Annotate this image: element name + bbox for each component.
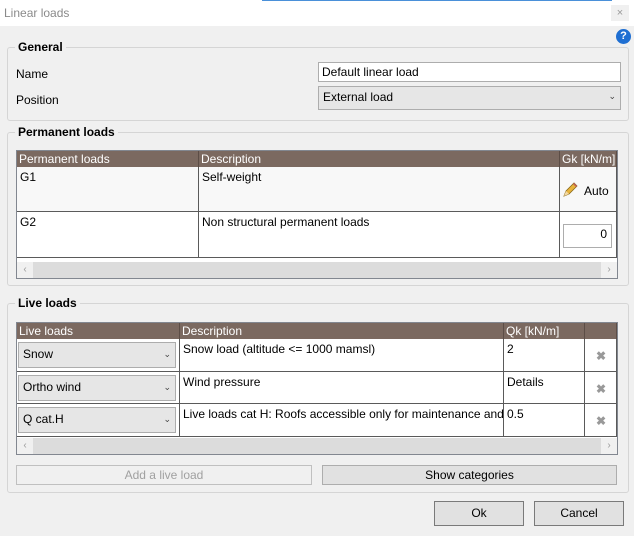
- general-group-title: General: [15, 40, 66, 54]
- table-row-g2-value-cell: 0: [560, 212, 617, 258]
- scroll-right-icon[interactable]: ›: [601, 438, 617, 454]
- table-row-g1-description[interactable]: Self-weight: [199, 167, 560, 212]
- table-row-g1-name[interactable]: G1: [17, 167, 199, 212]
- position-label: Position: [16, 93, 59, 107]
- chevron-down-icon: ⌄: [608, 91, 616, 101]
- permanent-horizontal-scrollbar[interactable]: ‹ ›: [17, 262, 617, 278]
- column-header-qk[interactable]: Qk [kN/m]: [504, 323, 585, 339]
- table-row-g2-name[interactable]: G2: [17, 212, 199, 258]
- live-loads-group-title: Live loads: [15, 296, 80, 310]
- delete-icon[interactable]: ✖: [596, 382, 606, 396]
- scroll-left-icon[interactable]: ‹: [17, 438, 33, 454]
- chevron-down-icon: ⌄: [163, 349, 171, 359]
- live-loads-table: Live loads Description Qk [kN/m] Snow ⌄ …: [16, 322, 618, 455]
- scroll-thumb[interactable]: [34, 440, 600, 452]
- g2-value-input[interactable]: 0: [563, 224, 612, 248]
- table-row-g1-value[interactable]: Auto: [560, 167, 617, 212]
- delete-icon[interactable]: ✖: [596, 349, 606, 363]
- live-row-wind-delete-cell: ✖: [585, 372, 617, 404]
- live-row-wind-select[interactable]: Ortho wind ⌄: [18, 375, 176, 401]
- live-row-snow-select-value: Snow: [23, 347, 54, 361]
- live-row-cath-delete-cell: ✖: [585, 404, 617, 437]
- scroll-thumb[interactable]: [34, 264, 600, 276]
- window-title: Linear loads: [4, 6, 70, 20]
- live-row-cath-description[interactable]: Live loads cat H: Roofs accessible only …: [180, 404, 504, 437]
- ok-button[interactable]: Ok: [434, 501, 524, 526]
- close-button[interactable]: ×: [611, 5, 629, 21]
- column-header-description[interactable]: Description: [199, 151, 560, 167]
- live-row-cath-value[interactable]: 0.5: [504, 404, 585, 437]
- scroll-right-icon[interactable]: ›: [601, 262, 617, 278]
- g1-value-text: Auto: [584, 184, 609, 198]
- live-row-wind-select-value: Ortho wind: [23, 380, 82, 394]
- scroll-left-icon[interactable]: ‹: [17, 262, 33, 278]
- permanent-loads-group-title: Permanent loads: [15, 125, 118, 139]
- live-row-wind-value[interactable]: Details: [504, 372, 585, 404]
- show-categories-button[interactable]: Show categories: [322, 465, 617, 485]
- table-row-g2-description[interactable]: Non structural permanent loads: [199, 212, 560, 258]
- live-row-wind-description[interactable]: Wind pressure: [180, 372, 504, 404]
- chevron-down-icon: ⌄: [163, 414, 171, 424]
- name-label: Name: [16, 67, 49, 81]
- column-header-live-loads[interactable]: Live loads: [17, 323, 180, 339]
- live-row-snow-description[interactable]: Snow load (altitude <= 1000 mamsl): [180, 339, 504, 372]
- close-icon: ×: [616, 7, 624, 19]
- live-row-cath-select[interactable]: Q cat.H ⌄: [18, 407, 176, 433]
- cancel-button[interactable]: Cancel: [534, 501, 624, 526]
- position-select-value: External load: [323, 90, 394, 104]
- live-row-wind-name-cell: Ortho wind ⌄: [17, 372, 180, 404]
- position-select[interactable]: External load ⌄: [318, 86, 621, 110]
- live-row-snow-delete-cell: ✖: [585, 339, 617, 372]
- name-input[interactable]: Default linear load: [318, 62, 621, 82]
- window-titlebar: Linear loads ×: [0, 0, 634, 26]
- titlebar-accent-line: [262, 0, 612, 1]
- live-row-cath-name-cell: Q cat.H ⌄: [17, 404, 180, 437]
- chevron-down-icon: ⌄: [163, 382, 171, 392]
- live-row-snow-select[interactable]: Snow ⌄: [18, 342, 176, 368]
- live-row-snow-name-cell: Snow ⌄: [17, 339, 180, 372]
- column-header-delete: [585, 323, 617, 339]
- column-header-permanent-loads[interactable]: Permanent loads: [17, 151, 199, 167]
- live-row-snow-value[interactable]: 2: [504, 339, 585, 372]
- live-horizontal-scrollbar[interactable]: ‹ ›: [17, 438, 617, 454]
- live-row-cath-select-value: Q cat.H: [23, 412, 64, 426]
- permanent-loads-table: Permanent loads Description Gk [kN/m] G1…: [16, 150, 618, 279]
- add-live-load-button[interactable]: Add a live load: [16, 465, 312, 485]
- column-header-gk[interactable]: Gk [kN/m]: [560, 151, 617, 167]
- delete-icon[interactable]: ✖: [596, 414, 606, 428]
- column-header-live-description[interactable]: Description: [180, 323, 504, 339]
- pencil-icon[interactable]: [562, 181, 579, 198]
- help-icon[interactable]: ?: [616, 29, 631, 44]
